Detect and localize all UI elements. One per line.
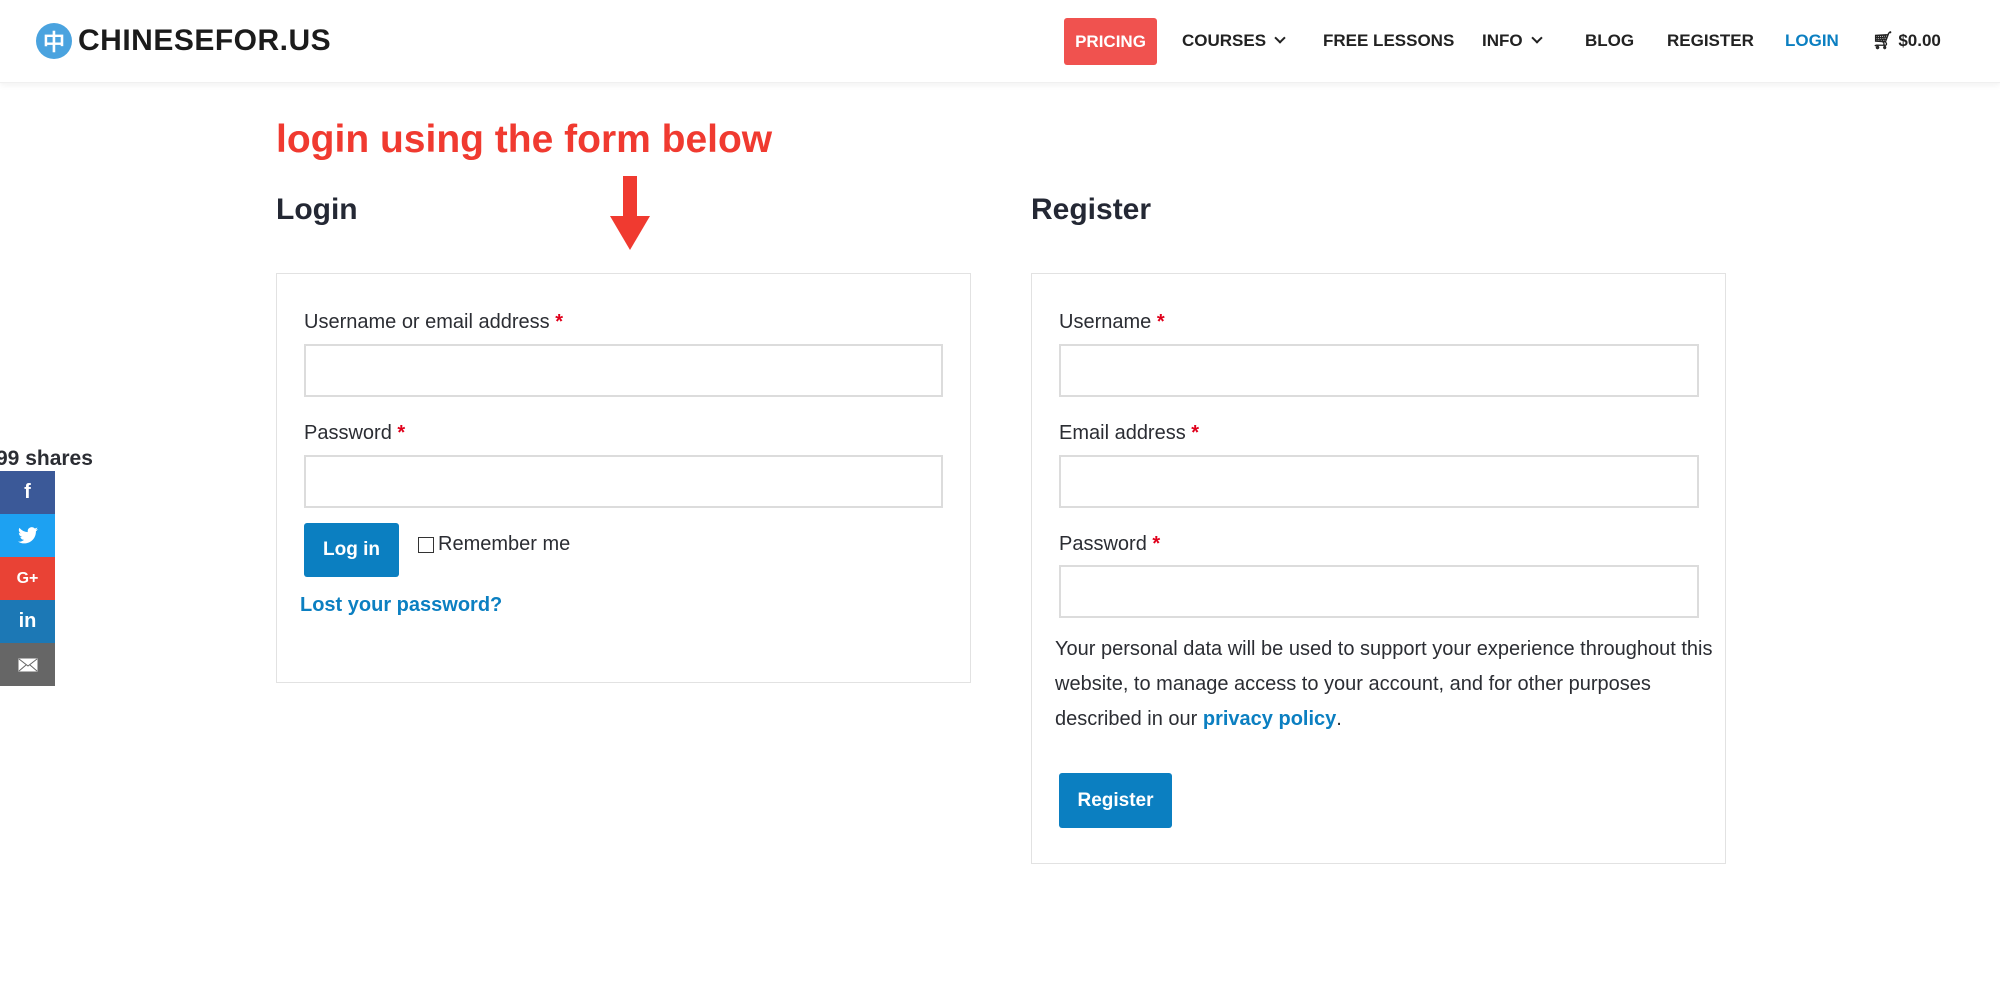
nav-login[interactable]: LOGIN xyxy=(1785,31,1839,51)
nav-courses[interactable]: COURSES xyxy=(1182,31,1286,51)
required-marker: * xyxy=(555,311,564,333)
reg-email-label-text: Email address xyxy=(1059,422,1186,444)
google-plus-icon: G+ xyxy=(16,569,39,587)
required-marker: * xyxy=(1152,533,1161,555)
remember-me-label: Remember me xyxy=(438,533,571,555)
chevron-down-icon xyxy=(1274,32,1286,44)
register-title: Register xyxy=(1031,193,1152,226)
reg-username-label: Username * xyxy=(1059,311,1165,334)
share-twitter-button[interactable] xyxy=(0,514,55,557)
reg-password-label: Password * xyxy=(1059,533,1160,556)
nav-info-label: INFO xyxy=(1482,31,1523,50)
register-email-input[interactable] xyxy=(1059,455,1699,508)
reg-password-label-text: Password xyxy=(1059,533,1147,555)
remember-me-checkbox[interactable] xyxy=(418,536,434,553)
logo-chat-icon: 中 xyxy=(36,23,72,59)
password-label-text: Password xyxy=(304,422,392,444)
nav-info[interactable]: INFO xyxy=(1482,31,1543,51)
nav-free-lessons[interactable]: FREE LESSONS xyxy=(1323,31,1454,51)
site-logo[interactable]: 中 CHINESEFOR.US xyxy=(36,23,331,59)
required-marker: * xyxy=(397,422,406,444)
lost-password-link[interactable]: Lost your password? xyxy=(300,594,502,617)
login-button[interactable]: Log in xyxy=(304,523,399,577)
cart-total: $0.00 xyxy=(1898,31,1941,50)
email-icon xyxy=(18,658,37,671)
register-button[interactable]: Register xyxy=(1059,773,1172,828)
chevron-down-icon xyxy=(1530,32,1543,44)
facebook-icon: f xyxy=(24,481,31,503)
register-password-input[interactable] xyxy=(1059,565,1699,618)
reg-email-label: Email address * xyxy=(1059,422,1199,445)
linkedin-icon: in xyxy=(18,610,37,632)
register-username-input[interactable] xyxy=(1059,344,1699,397)
remember-me[interactable]: Remember me xyxy=(418,533,570,556)
twitter-icon xyxy=(17,527,38,544)
privacy-policy-link[interactable]: privacy policy xyxy=(1203,708,1336,730)
cart-icon: 🛒︎ xyxy=(1872,31,1894,50)
username-label-text: Username or email address xyxy=(304,311,550,333)
username-label: Username or email address * xyxy=(304,311,563,334)
login-title: Login xyxy=(276,193,358,226)
annotation-text: login using the form below xyxy=(276,118,773,161)
site-header: 中 CHINESEFOR.US PRICING COURSES FREE LES… xyxy=(0,0,2000,83)
nav-register[interactable]: REGISTER xyxy=(1667,31,1754,51)
reg-username-label-text: Username xyxy=(1059,311,1152,333)
nav-courses-label: COURSES xyxy=(1182,31,1267,50)
required-marker: * xyxy=(1191,422,1200,444)
login-username-input[interactable] xyxy=(304,344,943,397)
privacy-text: Your personal data will be used to suppo… xyxy=(1055,638,1713,730)
share-linkedin-button[interactable]: in xyxy=(0,600,55,643)
nav-cart[interactable]: 🛒︎ $0.00 xyxy=(1872,31,1941,51)
password-label: Password * xyxy=(304,422,405,445)
share-email-button[interactable] xyxy=(0,643,55,686)
share-count: 99 shares xyxy=(0,447,93,470)
share-google-plus-button[interactable]: G+ xyxy=(0,557,55,600)
nav-pricing[interactable]: PRICING xyxy=(1064,18,1157,65)
logo-text: CHINESEFOR.US xyxy=(78,24,332,57)
nav-blog[interactable]: BLOG xyxy=(1585,31,1634,51)
arrow-down-icon xyxy=(610,176,650,250)
required-marker: * xyxy=(1156,311,1165,333)
share-facebook-button[interactable]: f xyxy=(0,471,55,514)
login-password-input[interactable] xyxy=(304,455,943,508)
privacy-end: . xyxy=(1336,708,1342,730)
privacy-notice: Your personal data will be used to suppo… xyxy=(1055,632,1715,737)
